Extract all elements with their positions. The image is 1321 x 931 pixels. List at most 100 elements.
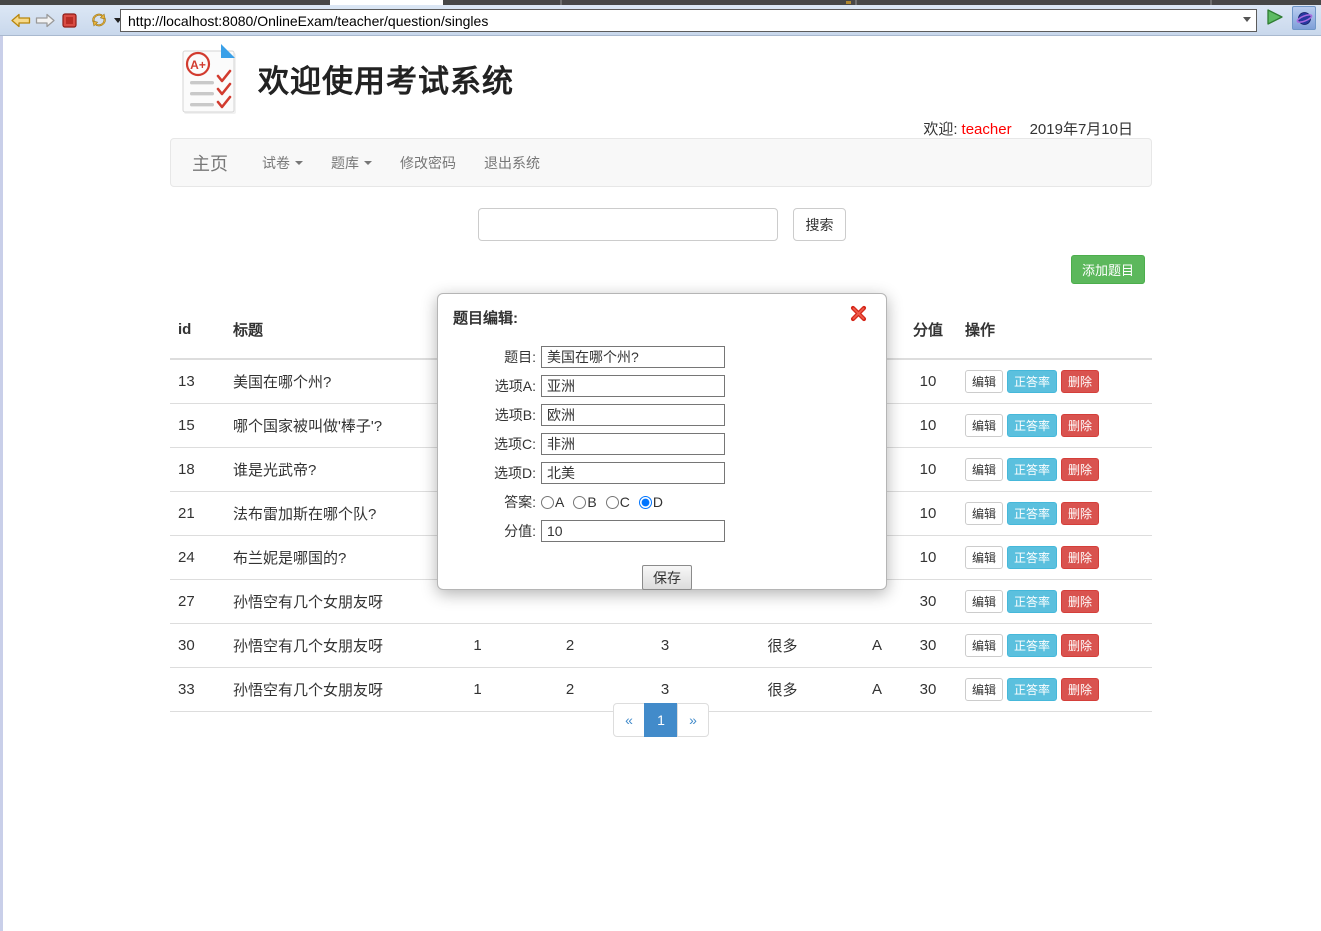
correct-rate-button[interactable]: 正答率: [1007, 590, 1057, 613]
cell-title: 谁是光武帝?: [225, 448, 435, 492]
svg-text:A+: A+: [190, 58, 206, 72]
cell-score: 30: [899, 580, 957, 624]
cell-id: 24: [170, 536, 225, 580]
cell-answer: A: [855, 668, 899, 712]
score-input[interactable]: [541, 520, 725, 542]
cell-score: 10: [899, 492, 957, 536]
cell-actions: 编辑正答率删除: [957, 580, 1152, 624]
modal-body: 题目: 选项A: 选项B: 选项C: 选项D: 答案:: [438, 346, 886, 590]
correct-rate-button[interactable]: 正答率: [1007, 414, 1057, 437]
delete-button[interactable]: 删除: [1061, 414, 1099, 437]
url-input[interactable]: [120, 9, 1257, 32]
edit-button[interactable]: 编辑: [965, 634, 1003, 657]
cell-title: 法布雷加斯在哪个队?: [225, 492, 435, 536]
cell-option-c: 3: [620, 624, 710, 668]
answer-radio[interactable]: [639, 496, 652, 509]
option-a-input[interactable]: [541, 375, 725, 397]
col-actions: 操作: [957, 300, 1152, 359]
welcome-label: 欢迎:: [923, 121, 957, 138]
edit-button[interactable]: 编辑: [965, 458, 1003, 481]
field-label-question: 题目:: [448, 347, 536, 367]
correct-rate-button[interactable]: 正答率: [1007, 370, 1057, 393]
cell-id: 33: [170, 668, 225, 712]
edit-button[interactable]: 编辑: [965, 590, 1003, 613]
cell-actions: 编辑正答率删除: [957, 492, 1152, 536]
cell-actions: 编辑正答率删除: [957, 448, 1152, 492]
cell-score: 10: [899, 404, 957, 448]
save-button[interactable]: 保存: [642, 565, 692, 590]
nav-question-bank[interactable]: 题库: [317, 153, 386, 173]
cell-score: 30: [899, 624, 957, 668]
col-score: 分值: [899, 300, 957, 359]
option-b-input[interactable]: [541, 404, 725, 426]
date-label: 2019年7月10日: [1030, 121, 1133, 138]
stop-icon[interactable]: [57, 9, 81, 31]
cell-id: 15: [170, 404, 225, 448]
correct-rate-button[interactable]: 正答率: [1007, 678, 1057, 701]
edit-button[interactable]: 编辑: [965, 370, 1003, 393]
username: teacher: [962, 121, 1012, 138]
nav-home[interactable]: 主页: [171, 150, 248, 176]
cell-option-a: 1: [435, 624, 520, 668]
cell-option-d: 很多: [710, 668, 855, 712]
correct-rate-button[interactable]: 正答率: [1007, 502, 1057, 525]
cell-title: 哪个国家被叫做'棒子'?: [225, 404, 435, 448]
edit-button[interactable]: 编辑: [965, 546, 1003, 569]
browser-globe-icon[interactable]: [1292, 6, 1316, 30]
cell-id: 30: [170, 624, 225, 668]
option-c-input[interactable]: [541, 433, 725, 455]
cell-option-b: 2: [520, 624, 620, 668]
nav-change-password[interactable]: 修改密码: [386, 153, 470, 173]
pagination-next[interactable]: »: [677, 703, 709, 737]
col-title: 标题: [225, 300, 435, 359]
delete-button[interactable]: 删除: [1061, 634, 1099, 657]
nav-logout[interactable]: 退出系统: [470, 153, 554, 173]
cell-actions: 编辑正答率删除: [957, 624, 1152, 668]
correct-rate-button[interactable]: 正答率: [1007, 634, 1057, 657]
question-edit-modal: 题目编辑: 题目: 选项A: 选项B: 选项C:: [437, 293, 887, 590]
answer-radio[interactable]: [573, 496, 586, 509]
welcome-line: 欢迎: teacher 2019年7月10日: [923, 118, 1133, 139]
field-label-option-c: 选项C:: [448, 434, 536, 454]
url-bar: [120, 9, 1257, 32]
search-input[interactable]: [478, 208, 778, 241]
pagination-page-1[interactable]: 1: [644, 703, 678, 737]
url-dropdown-icon[interactable]: [1243, 17, 1251, 22]
run-icon[interactable]: [1266, 9, 1284, 30]
cell-answer: A: [855, 624, 899, 668]
delete-button[interactable]: 删除: [1061, 502, 1099, 525]
edit-button[interactable]: 编辑: [965, 414, 1003, 437]
add-question-button[interactable]: 添加题目: [1071, 255, 1145, 284]
cell-id: 18: [170, 448, 225, 492]
cell-id: 13: [170, 359, 225, 404]
close-icon[interactable]: [850, 305, 867, 322]
search-button[interactable]: 搜索: [793, 208, 846, 241]
delete-button[interactable]: 删除: [1061, 546, 1099, 569]
cell-score: 10: [899, 448, 957, 492]
delete-button[interactable]: 删除: [1061, 590, 1099, 613]
page-title: 欢迎使用考试系统: [258, 56, 514, 101]
edit-button[interactable]: 编辑: [965, 678, 1003, 701]
field-label-option-b: 选项B:: [448, 405, 536, 425]
left-edge-line: [0, 36, 3, 931]
pagination-prev[interactable]: «: [613, 703, 645, 737]
cell-actions: 编辑正答率删除: [957, 359, 1152, 404]
correct-rate-button[interactable]: 正答率: [1007, 458, 1057, 481]
correct-rate-button[interactable]: 正答率: [1007, 546, 1057, 569]
refresh-icon[interactable]: [87, 9, 111, 31]
delete-button[interactable]: 删除: [1061, 458, 1099, 481]
answer-radio[interactable]: [541, 496, 554, 509]
option-d-input[interactable]: [541, 462, 725, 484]
delete-button[interactable]: 删除: [1061, 370, 1099, 393]
forward-icon[interactable]: [33, 9, 57, 31]
nav-papers[interactable]: 试卷: [248, 153, 317, 173]
delete-button[interactable]: 删除: [1061, 678, 1099, 701]
navbar: 主页 试卷 题库 修改密码 退出系统: [170, 138, 1152, 187]
cell-option-a: 1: [435, 668, 520, 712]
back-icon[interactable]: [9, 9, 33, 31]
answer-radio[interactable]: [606, 496, 619, 509]
cell-title: 孙悟空有几个女朋友呀: [225, 580, 435, 624]
edit-button[interactable]: 编辑: [965, 502, 1003, 525]
pagination: « 1 »: [613, 703, 709, 737]
question-input[interactable]: [541, 346, 725, 368]
